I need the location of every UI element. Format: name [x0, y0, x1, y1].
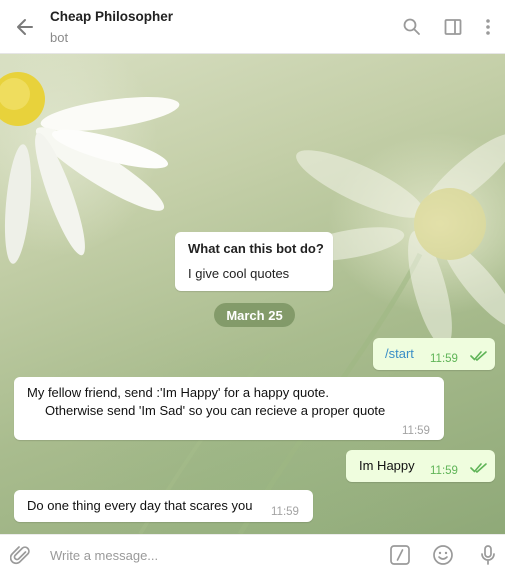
sidebar-toggle-button[interactable] [440, 14, 466, 40]
message-bubble-outgoing[interactable]: /start 11:59 [373, 338, 495, 370]
message-time: 11:59 [271, 506, 299, 518]
chat-title[interactable]: Cheap Philosopher [50, 9, 173, 24]
emoji-button[interactable] [430, 542, 456, 568]
message-bubble-incoming[interactable]: My fellow friend, send :'Im Happy' for a… [14, 377, 444, 440]
back-arrow-icon [17, 19, 33, 35]
bot-info-question: What can this bot do? [188, 241, 324, 256]
bot-commands-button[interactable] [387, 542, 413, 568]
more-options-button[interactable] [475, 14, 501, 40]
emoji-icon [433, 545, 453, 565]
microphone-icon [481, 545, 495, 565]
bot-command-icon [390, 545, 410, 565]
double-check-icon [470, 463, 487, 473]
search-button[interactable] [399, 14, 425, 40]
message-text: Im Happy [359, 458, 415, 473]
message-text: Do one thing every day that scares you [27, 498, 253, 513]
message-composer [0, 534, 505, 573]
search-icon [403, 18, 420, 35]
chat-header: Cheap Philosopher bot [0, 0, 505, 54]
message-text: Otherwise send 'Im Sad' so you can recie… [45, 403, 386, 418]
attach-button[interactable] [8, 542, 34, 568]
voice-message-button[interactable] [475, 542, 501, 568]
more-vertical-icon [486, 19, 490, 35]
back-button[interactable] [10, 12, 40, 42]
bot-info-answer: I give cool quotes [188, 266, 290, 281]
bot-command-link[interactable]: /start [385, 345, 414, 363]
message-text: My fellow friend, send :'Im Happy' for a… [27, 385, 329, 400]
message-bubble-incoming[interactable]: Do one thing every day that scares you 1… [14, 490, 313, 522]
paperclip-icon [10, 546, 30, 565]
bot-info-card: What can this bot do? I give cool quotes [175, 232, 333, 291]
sidebar-toggle-icon [444, 19, 462, 35]
message-time: 11:59 [430, 353, 458, 365]
message-time: 11:59 [402, 425, 430, 437]
message-input[interactable] [50, 544, 370, 566]
double-check-icon [470, 351, 487, 361]
message-bubble-outgoing[interactable]: Im Happy 11:59 [346, 450, 495, 482]
date-separator: March 25 [214, 303, 295, 327]
chat-subtitle: bot [50, 30, 69, 45]
chat-area[interactable]: What can this bot do? I give cool quotes… [0, 54, 505, 534]
message-time: 11:59 [430, 465, 458, 477]
